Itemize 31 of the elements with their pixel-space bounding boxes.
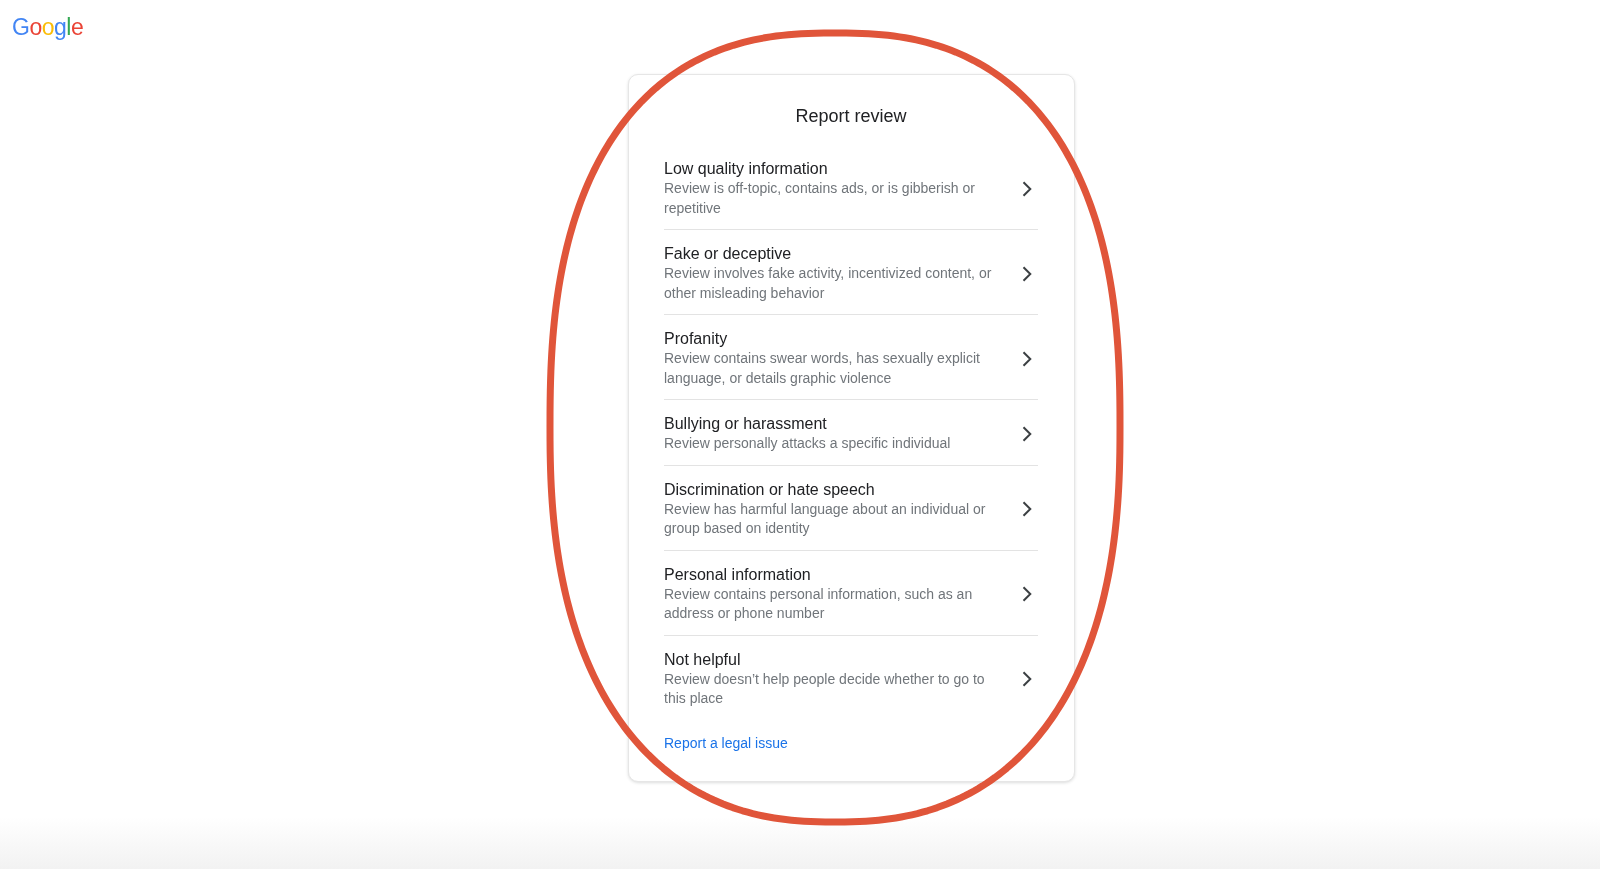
report-option[interactable]: Bullying or harassment Review personally attacks a specific individual <box>664 400 1038 466</box>
dialog-title: Report review <box>794 105 908 128</box>
report-option[interactable]: Not helpful Review doesn’t help people decide whether to go to this place <box>664 635 1038 720</box>
option-title: Personal information <box>664 564 812 585</box>
option-description: Review has harmful language about an individual or group based on identity <box>664 499 987 538</box>
report-option[interactable]: Profanity Review contains swear words, has sexually explicit language, or details graphic violence <box>664 315 1038 400</box>
option-description: Review contains personal information, such as an address or phone number <box>664 584 974 623</box>
report-option[interactable]: Discrimination or hate speech Review has harmful language about an individual or group based on identity <box>664 465 1038 551</box>
chevron-right-icon <box>1022 265 1032 282</box>
option-title: Not helpful <box>664 649 742 670</box>
chevron-right-icon <box>1022 425 1032 442</box>
option-title: Discrimination or hate speech <box>664 479 876 500</box>
chevron-right-icon <box>1022 180 1032 197</box>
option-title: Low quality information <box>664 159 829 179</box>
chevron-right-icon <box>1022 671 1032 687</box>
option-title: Fake or deceptive <box>664 244 793 264</box>
option-description: Review personally attacks a specific individual <box>664 434 952 453</box>
google-logo[interactable]: Google <box>12 12 84 42</box>
chevron-right-icon <box>1022 501 1032 517</box>
option-title: Bullying or harassment <box>664 414 828 434</box>
option-title: Profanity <box>664 329 729 349</box>
legal-issue-link[interactable]: Report a legal issue <box>664 732 788 753</box>
option-description: Review doesn’t help people decide whether to go to this place <box>664 669 986 708</box>
option-description: Review contains swear words, has sexually explicit language, or details graphic violence <box>664 349 981 388</box>
chevron-right-icon <box>1022 586 1032 602</box>
report-option[interactable]: Personal information Review contains personal information, such as an address or phone number <box>664 550 1038 636</box>
report-option[interactable]: Fake or deceptive Review involves fake activity, incentivized content, or other misleading behavior <box>664 230 1038 315</box>
option-description: Review is off-topic, contains ads, or is gibberish or repetitive <box>664 179 976 218</box>
chevron-right-icon <box>1022 350 1032 367</box>
option-description: Review involves fake activity, incentivized content, or other misleading behavior <box>664 264 993 303</box>
report-option[interactable]: Low quality information Review is off-topic, contains ads, or is gibberish or repetitive <box>664 145 1038 230</box>
